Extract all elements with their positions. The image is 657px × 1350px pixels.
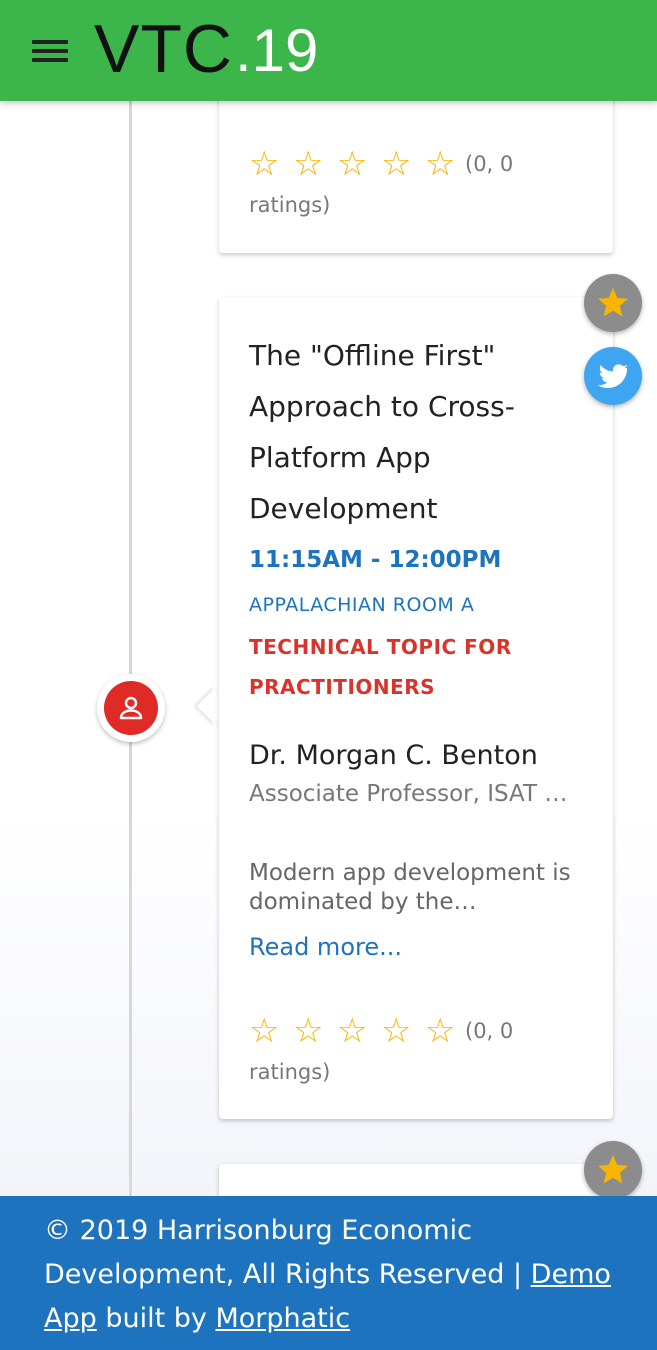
person-icon: [104, 681, 158, 735]
star-icon[interactable]: ☆: [293, 1014, 327, 1048]
session-card-previous: ☆ ☆ ☆ ☆ ☆ (0, 0 ratings): [219, 80, 613, 253]
app-logo[interactable]: VTC .19: [94, 14, 318, 84]
speaker-title: Associate Professor, ISAT …: [249, 781, 568, 807]
speaker-name: Dr. Morgan C. Benton: [249, 740, 538, 771]
session-card: The "Offline First" Approach to Cross-Pl…: [219, 297, 613, 1119]
star-icon[interactable]: ☆: [425, 1014, 459, 1048]
app-header: VTC .19: [0, 0, 657, 101]
twitter-icon: [597, 364, 630, 389]
star-rating[interactable]: ☆ ☆ ☆ ☆ ☆: [249, 147, 459, 181]
footer-copyright: © 2019 Harrisonburg Economic Development…: [44, 1215, 531, 1290]
logo-text: VTC: [94, 11, 233, 87]
star-icon[interactable]: ☆: [381, 147, 415, 181]
star-icon[interactable]: ☆: [337, 147, 371, 181]
star-icon: [598, 1155, 628, 1184]
star-icon[interactable]: ☆: [425, 147, 459, 181]
favorite-button[interactable]: [584, 1141, 642, 1199]
session-topic: TECHNICAL TOPIC FOR PRACTITIONERS: [249, 635, 512, 699]
star-icon[interactable]: ☆: [381, 1014, 415, 1048]
star-icon[interactable]: ☆: [249, 147, 283, 181]
twitter-share-button[interactable]: [584, 347, 642, 405]
session-room: APPALACHIAN ROOM A: [249, 594, 475, 616]
timeline-line: [129, 101, 132, 1201]
session-description: Modern app development is dominated by t…: [249, 860, 571, 915]
speaker-avatar: [97, 674, 165, 742]
star-icon[interactable]: ☆: [337, 1014, 371, 1048]
rating-row: ☆ ☆ ☆ ☆ ☆ (0, 0 ratings): [249, 1010, 579, 1092]
star-icon[interactable]: ☆: [293, 147, 327, 181]
star-rating[interactable]: ☆ ☆ ☆ ☆ ☆: [249, 1014, 459, 1048]
logo-year: .19: [235, 17, 319, 84]
session-time: 11:15AM - 12:00PM: [249, 547, 502, 573]
read-more-link[interactable]: Read more...: [249, 933, 402, 961]
favorite-button[interactable]: [584, 274, 642, 332]
footer-built-by: built by: [96, 1303, 216, 1334]
star-icon[interactable]: ☆: [249, 1014, 283, 1048]
hamburger-menu-icon[interactable]: [32, 38, 68, 64]
morphatic-link[interactable]: Morphatic: [215, 1303, 350, 1334]
rating-row: ☆ ☆ ☆ ☆ ☆ (0, 0 ratings): [249, 143, 579, 225]
session-title: The "Offline First" Approach to Cross-Pl…: [249, 339, 515, 525]
star-icon: [598, 288, 628, 317]
page-footer: © 2019 Harrisonburg Economic Development…: [0, 1196, 657, 1350]
